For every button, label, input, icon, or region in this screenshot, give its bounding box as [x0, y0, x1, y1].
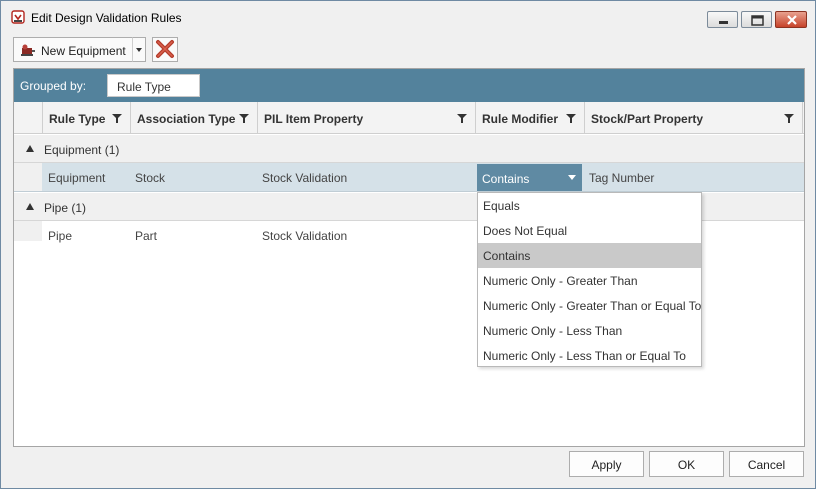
row-indent: [14, 163, 42, 191]
header-association-type[interactable]: Association Type: [131, 102, 258, 133]
group-label: Equipment (1): [44, 143, 120, 157]
header-label: Rule Modifier: [482, 112, 559, 126]
header-label: PIL Item Property: [264, 112, 364, 126]
delete-x-icon: [156, 40, 174, 58]
collapse-arrow-icon[interactable]: [26, 203, 34, 210]
option-equals[interactable]: Equals: [478, 193, 701, 218]
new-dropdown-button[interactable]: [132, 37, 146, 62]
new-equipment-label: New Equipment: [41, 44, 126, 58]
dialog-window: Edit Design Validation Rules New Equipme…: [0, 0, 816, 489]
grid-header: Rule Type Association Type PIL Item Prop…: [14, 102, 804, 134]
close-button[interactable]: [775, 11, 807, 28]
delete-button[interactable]: [152, 37, 178, 62]
option-label: Equals: [483, 199, 520, 213]
group-chip-label: Rule Type: [117, 80, 171, 94]
title-bar: Edit Design Validation Rules: [1, 1, 815, 33]
option-label: Numeric Only - Greater Than or Equal To: [483, 299, 702, 313]
cell-pil-item-property: Stock Validation: [262, 229, 348, 243]
filter-icon[interactable]: [457, 114, 467, 123]
option-numeric-greater-than[interactable]: Numeric Only - Greater Than: [478, 268, 701, 293]
chevron-down-icon[interactable]: [568, 175, 576, 180]
cell-rule-type: Pipe: [48, 229, 73, 243]
group-row-equipment[interactable]: Equipment (1): [14, 135, 804, 163]
cell-stock-part-property: Tag Number: [589, 171, 655, 185]
cell-association-type: Part: [135, 229, 158, 243]
option-contains[interactable]: Contains: [478, 243, 701, 268]
option-does-not-equal[interactable]: Does Not Equal: [478, 218, 701, 243]
option-numeric-less-than-or-equal[interactable]: Numeric Only - Less Than or Equal To: [478, 343, 701, 368]
filter-icon[interactable]: [112, 114, 122, 123]
header-pil-item-property[interactable]: PIL Item Property: [258, 102, 476, 133]
cell-rule-type: Equipment: [48, 171, 106, 185]
minimize-icon: [719, 21, 728, 24]
row-indent: [14, 221, 42, 241]
close-icon: [787, 15, 797, 25]
cancel-label: Cancel: [747, 458, 786, 472]
option-label: Numeric Only - Greater Than: [483, 274, 638, 288]
rule-modifier-combo[interactable]: Contains: [477, 164, 582, 191]
header-label: Stock/Part Property: [591, 112, 704, 126]
filter-icon[interactable]: [239, 114, 249, 123]
cancel-button[interactable]: Cancel: [729, 451, 804, 477]
minimize-button[interactable]: [707, 11, 738, 28]
new-equipment-button[interactable]: New Equipment: [13, 37, 133, 62]
option-label: Contains: [483, 249, 531, 263]
apply-button[interactable]: Apply: [569, 451, 644, 477]
header-rule-type[interactable]: Rule Type: [43, 102, 131, 133]
table-row[interactable]: Equipment Stock Stock Validation Tag Num…: [14, 163, 804, 192]
collapse-arrow-icon[interactable]: [26, 145, 34, 152]
header-stock-part-property[interactable]: Stock/Part Property: [585, 102, 803, 133]
chevron-down-icon: [136, 48, 142, 52]
filter-icon[interactable]: [566, 114, 576, 123]
option-label: Numeric Only - Less Than or Equal To: [483, 349, 686, 363]
group-panel: Grouped by: Rule Type: [14, 69, 804, 102]
header-label: Rule Type: [49, 112, 106, 126]
grouped-by-label: Grouped by:: [20, 79, 87, 93]
group-chip-rule-type[interactable]: Rule Type: [107, 74, 200, 97]
group-label: Pipe (1): [44, 201, 87, 215]
filter-icon[interactable]: [784, 114, 794, 123]
option-label: Does Not Equal: [483, 224, 568, 238]
option-label: Numeric Only - Less Than: [483, 324, 623, 338]
rule-modifier-dropdown: Equals Does Not Equal Contains Numeric O…: [477, 192, 702, 367]
equipment-icon: [21, 44, 35, 56]
cell-association-type: Stock: [135, 171, 166, 185]
option-numeric-greater-than-or-equal[interactable]: Numeric Only - Greater Than or Equal To: [478, 293, 701, 318]
window-title: Edit Design Validation Rules: [31, 11, 182, 25]
header-indent: [14, 102, 43, 133]
cell-pil-item-property: Stock Validation: [262, 171, 348, 185]
app-icon: [11, 10, 25, 24]
combo-value: Contains: [482, 172, 530, 186]
ok-label: OK: [677, 458, 696, 472]
maximize-icon: [751, 15, 764, 26]
option-numeric-less-than[interactable]: Numeric Only - Less Than: [478, 318, 701, 343]
maximize-button[interactable]: [741, 11, 772, 28]
header-rule-modifier[interactable]: Rule Modifier: [476, 102, 585, 133]
header-label: Association Type: [137, 112, 236, 126]
apply-label: Apply: [591, 458, 622, 472]
ok-button[interactable]: OK: [649, 451, 724, 477]
